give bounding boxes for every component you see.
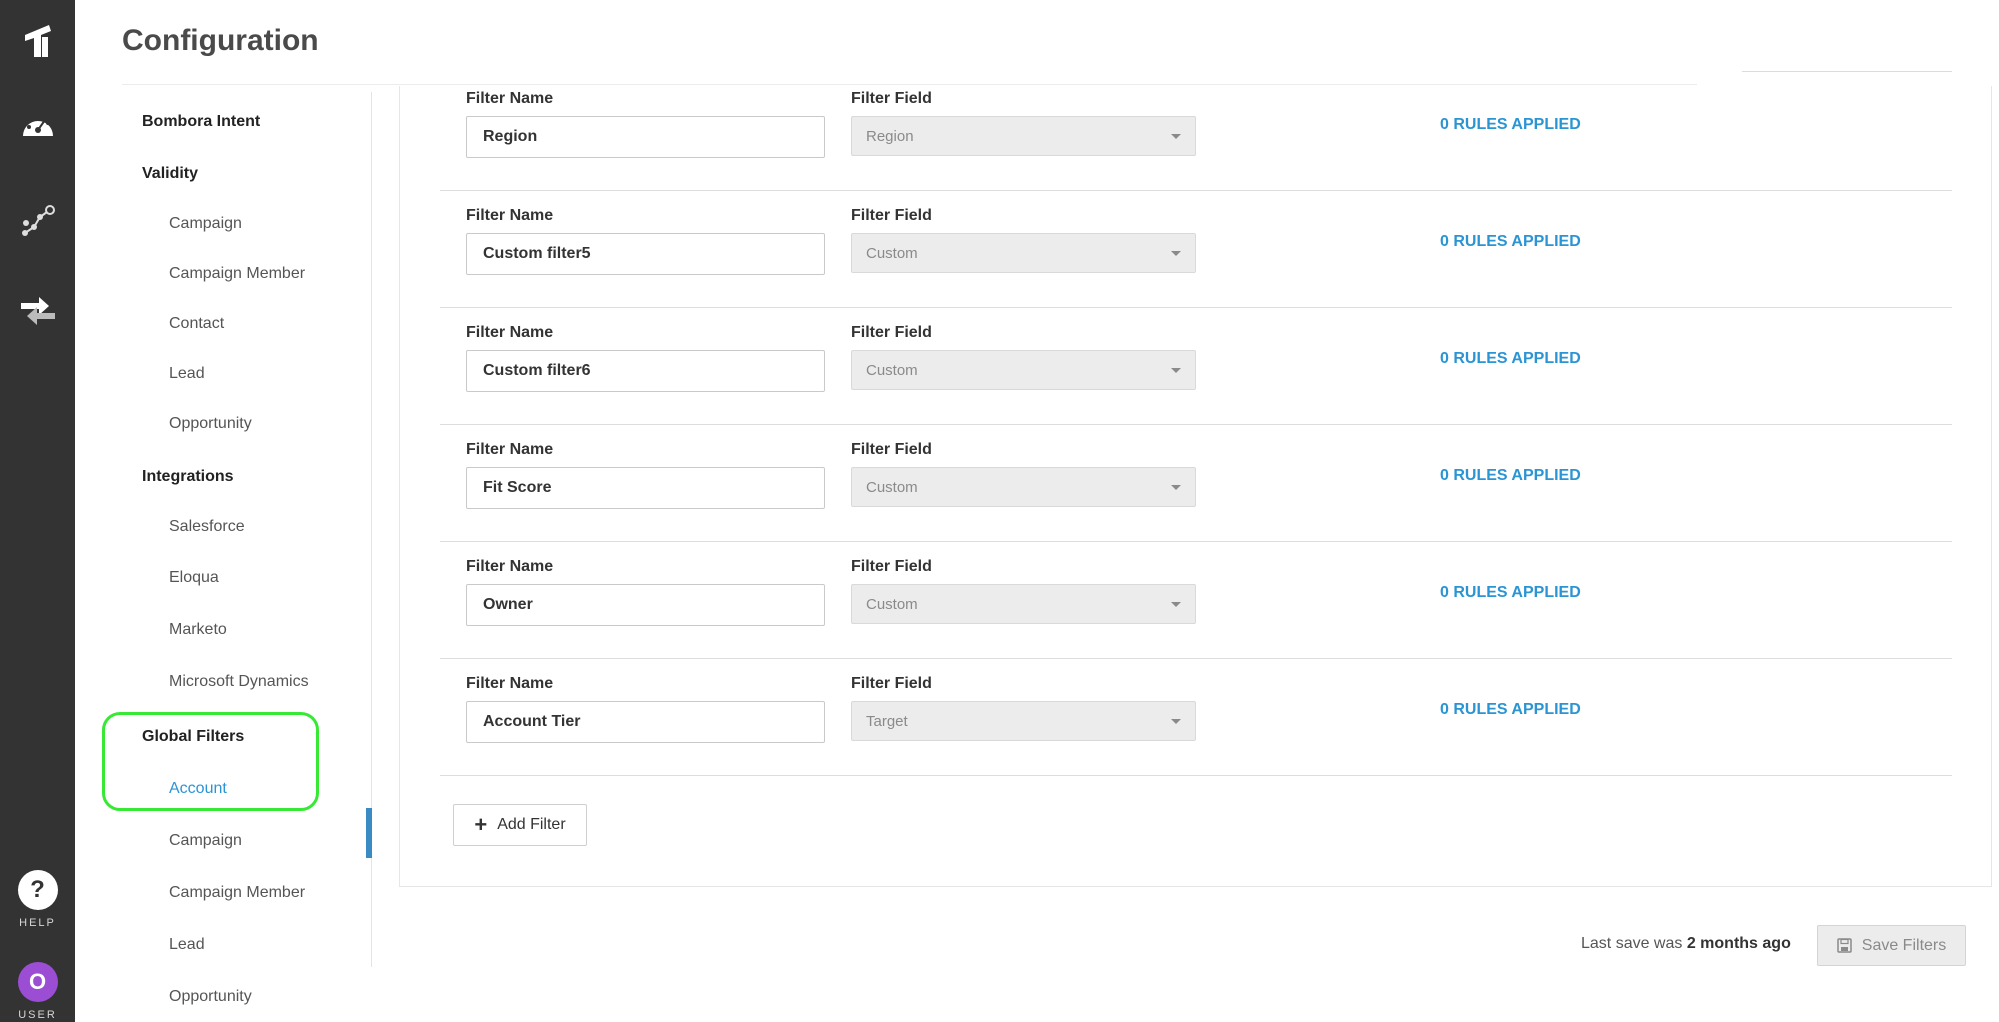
sidebar-section-validity: Validity — [142, 165, 199, 182]
logo-icon[interactable] — [0, 0, 75, 80]
filter-name-label: Filter Name — [466, 207, 554, 224]
app-rail: ? HELP O USER — [0, 0, 75, 1022]
filter-field-value: Custom — [866, 595, 918, 613]
save-filters-button[interactable]: Save Filters — [1817, 925, 1966, 966]
filter-name-label: Filter Name — [466, 441, 554, 458]
rules-applied-link[interactable]: 0 RULES APPLIED — [1440, 584, 1581, 602]
save-filters-label: Save Filters — [1861, 936, 1947, 954]
plus-icon: + — [474, 812, 488, 837]
filter-field-select[interactable]: Region — [851, 116, 1196, 156]
filter-name-input[interactable] — [466, 233, 825, 275]
sidebar-item-validity-campaign-member[interactable]: Campaign Member — [169, 265, 305, 283]
sidebar-item-eloqua[interactable]: Eloqua — [169, 569, 219, 587]
rules-applied-link[interactable]: 0 RULES APPLIED — [1440, 350, 1581, 368]
filter-row: Filter Name Filter Field Custom 0 RULES … — [440, 191, 1952, 308]
filter-field-label: Filter Field — [851, 90, 932, 107]
highlight-annotation — [102, 712, 319, 811]
last-save-time: 2 months ago — [1686, 935, 1791, 952]
filter-name-input[interactable] — [466, 467, 825, 509]
caret-down-icon — [1171, 367, 1181, 373]
filter-field-label: Filter Field — [851, 207, 932, 224]
help-label: HELP — [19, 917, 56, 929]
add-filter-label: Add Filter — [497, 816, 566, 833]
user-label: USER — [18, 1009, 57, 1021]
sidebar-item-validity-contact[interactable]: Contact — [169, 315, 224, 333]
sidebar-item-global-lead[interactable]: Lead — [169, 936, 205, 954]
filter-name-label: Filter Name — [466, 558, 554, 575]
sidebar-item-bombora-intent[interactable]: Bombora Intent — [142, 113, 260, 131]
rules-applied-link[interactable]: 0 RULES APPLIED — [1440, 233, 1581, 251]
sidebar-item-validity-opportunity[interactable]: Opportunity — [169, 415, 252, 433]
rules-applied-link[interactable]: 0 RULES APPLIED — [1440, 116, 1581, 134]
filter-field-select[interactable]: Target — [851, 701, 1196, 741]
sidebar-item-global-opportunity[interactable]: Opportunity — [169, 988, 252, 1006]
filter-name-input[interactable] — [466, 350, 825, 392]
filter-field-select[interactable]: Custom — [851, 350, 1196, 390]
dashboard-icon[interactable] — [0, 95, 75, 155]
filter-row: Filter Name Filter Field Custom 0 RULES … — [440, 308, 1952, 425]
caret-down-icon — [1171, 250, 1181, 256]
filter-field-select[interactable]: Custom — [851, 584, 1196, 624]
filter-name-label: Filter Name — [466, 675, 554, 692]
filter-name-input[interactable] — [466, 116, 825, 158]
user-menu[interactable]: O USER — [0, 962, 75, 1021]
filter-name-input[interactable] — [466, 701, 825, 743]
filter-field-label: Filter Field — [851, 675, 932, 692]
sidebar-scroll-indicator[interactable] — [366, 808, 372, 858]
filter-field-value: Region — [866, 127, 914, 145]
filter-row: Filter Name Filter Field Custom 0 RULES … — [440, 542, 1952, 659]
top-right-divider — [1742, 71, 1952, 72]
caret-down-icon — [1171, 133, 1181, 139]
config-sidebar: Bombora Intent Validity Campaign Campaig… — [105, 95, 372, 1020]
last-save-prefix: Last save was — [1581, 935, 1687, 952]
help-button[interactable]: ? HELP — [0, 870, 75, 929]
filter-name-label: Filter Name — [466, 90, 554, 107]
filter-row: Filter Name Filter Field Custom 0 RULES … — [440, 425, 1952, 542]
sidebar-item-global-campaign[interactable]: Campaign — [169, 832, 242, 850]
filter-field-select[interactable]: Custom — [851, 467, 1196, 507]
filter-field-label: Filter Field — [851, 441, 932, 458]
filter-name-input[interactable] — [466, 584, 825, 626]
filter-row: Filter Name Filter Field Region 0 RULES … — [440, 74, 1952, 191]
add-filter-button[interactable]: + Add Filter — [453, 804, 587, 846]
scatter-graph-icon[interactable] — [0, 192, 75, 252]
filter-field-label: Filter Field — [851, 324, 932, 341]
last-save-status: Last save was 2 months ago — [1581, 935, 1791, 953]
filter-field-value: Target — [866, 712, 908, 730]
sidebar-item-global-campaign-member[interactable]: Campaign Member — [169, 884, 305, 902]
rules-applied-link[interactable]: 0 RULES APPLIED — [1440, 701, 1581, 719]
caret-down-icon — [1171, 484, 1181, 490]
caret-down-icon — [1171, 601, 1181, 607]
sidebar-item-marketo[interactable]: Marketo — [169, 621, 227, 639]
filter-field-value: Custom — [866, 361, 918, 379]
avatar: O — [17, 962, 58, 1002]
sync-arrows-icon[interactable] — [0, 280, 75, 340]
sidebar-section-integrations: Integrations — [142, 468, 234, 485]
filter-field-label: Filter Field — [851, 558, 932, 575]
help-icon: ? — [17, 870, 58, 910]
sidebar-item-validity-lead[interactable]: Lead — [169, 365, 205, 383]
filter-name-label: Filter Name — [466, 324, 554, 341]
sidebar-item-salesforce[interactable]: Salesforce — [169, 518, 245, 536]
sidebar-item-validity-campaign[interactable]: Campaign — [169, 215, 242, 233]
sidebar-item-microsoft-dynamics[interactable]: Microsoft Dynamics — [169, 673, 309, 691]
filter-field-select[interactable]: Custom — [851, 233, 1196, 273]
rules-applied-link[interactable]: 0 RULES APPLIED — [1440, 467, 1581, 485]
filter-field-value: Custom — [866, 244, 918, 262]
filter-field-value: Custom — [866, 478, 918, 496]
floppy-disk-icon — [1837, 938, 1852, 953]
caret-down-icon — [1171, 718, 1181, 724]
page-title: Configuration — [122, 24, 319, 57]
filter-row: Filter Name Filter Field Target 0 RULES … — [440, 659, 1952, 776]
